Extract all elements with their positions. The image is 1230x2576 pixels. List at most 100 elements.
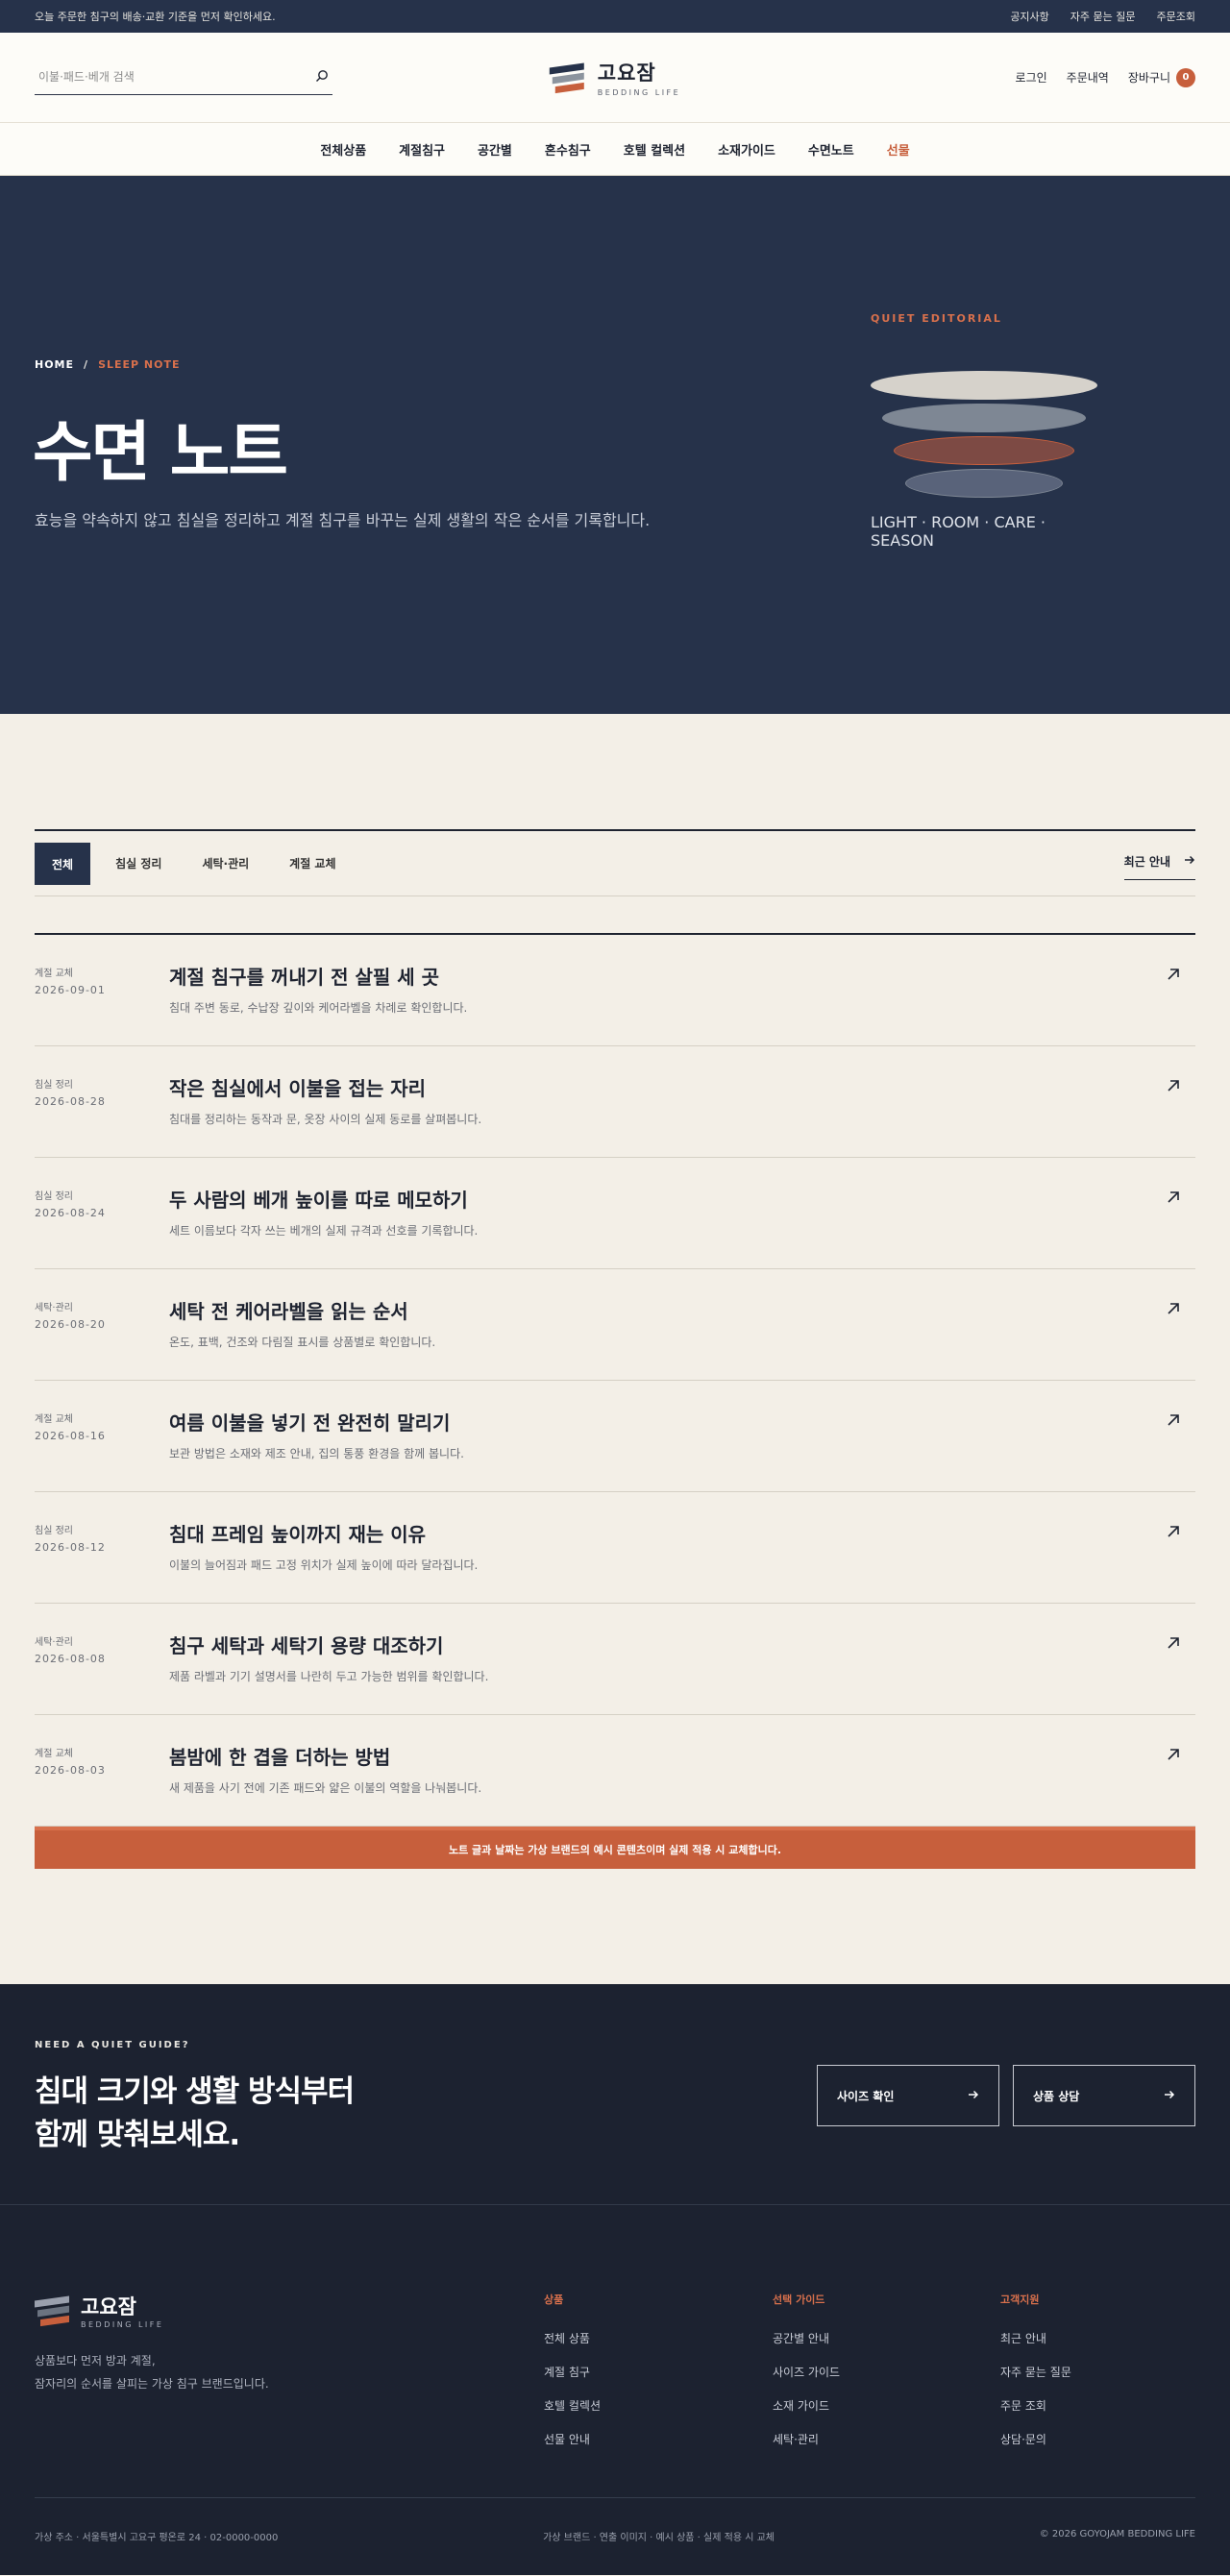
tab-laundry-care[interactable]: 세탁·관리 [186,843,264,885]
nav-item-seasonal[interactable]: 계절침구 [399,140,445,159]
post-row[interactable]: 침실 정리 2026-08-28 작은 침실에서 이불을 접는 자리 침대를 정리하는… [35,1046,1195,1158]
cart-link[interactable]: 장바구니 0 [1128,67,1195,87]
post-body: 여름 이불을 넣기 전 완전히 말리기 보관 방법은 소재와 제조 안내, 집의 … [169,1381,464,1491]
search-input[interactable] [38,70,279,84]
footer-link-seasonal[interactable]: 계절 침구 [544,2364,601,2380]
footer-link-gift-guide[interactable]: 선물 안내 [544,2431,601,2447]
tab-seasonal-change[interactable]: 계절 교체 [274,843,351,885]
post-date: 2026-08-20 [35,1318,106,1331]
footer-link-order-lookup[interactable]: 주문 조회 [1000,2397,1071,2414]
nav-item-wedding[interactable]: 혼수침구 [545,140,591,159]
post-title[interactable]: 침구 세탁과 세탁기 용량 대조하기 [169,1631,488,1658]
cart-count-badge: 0 [1176,67,1195,87]
login-link[interactable]: 로그인 [1016,69,1047,86]
tab-all[interactable]: 전체 [35,843,91,885]
footer-column-guides: 선택 가이드 공간별 안내 사이즈 가이드 소재 가이드 세탁·관리 [773,2292,840,2465]
footer-description: 상품보다 먼저 방과 계절, 잠자리의 순서를 살피는 가상 침구 브랜드입니다… [35,2349,269,2395]
post-row[interactable]: 계절 교체 2026-08-16 여름 이불을 넣기 전 완전히 말리기 보관 방법은… [35,1381,1195,1492]
arrow-up-right-icon[interactable] [1165,1189,1182,1206]
footer-brand-logo[interactable]: 고요잠 BEDDING LIFE [35,2292,163,2329]
recent-notice-label: 최근 안내 [1123,854,1170,869]
footer-link-material-guide[interactable]: 소재 가이드 [773,2397,840,2414]
search-icon[interactable] [315,68,329,86]
orders-link[interactable]: 주문내역 [1067,69,1109,86]
footer-column-products: 상품 전체 상품 계절 침구 호텔 컬렉션 선물 안내 [544,2292,601,2465]
footer-link-hotel-collection[interactable]: 호텔 컬렉션 [544,2397,601,2414]
top-link-notice[interactable]: 공지사항 [1010,9,1048,24]
post-summary: 세트 이름보다 각자 쓰는 베개의 실제 규격과 선호를 기록합니다. [169,1224,479,1238]
arrow-up-right-icon[interactable] [1165,1411,1182,1429]
tab-bedroom-organizing[interactable]: 침실 정리 [100,843,177,885]
arrow-up-right-icon[interactable] [1165,1634,1182,1652]
main-nav: 전체상품 계절침구 공간별 혼수침구 호텔 컬렉션 소재가이드 수면노트 선물 [0,123,1230,176]
cta-title: 침대 크기와 생활 방식부터 함께 맞춰보세요. [35,2071,355,2157]
nav-item-all-products[interactable]: 전체상품 [320,140,366,159]
footer-column-heading: 선택 가이드 [773,2294,825,2306]
post-row[interactable]: 세탁·관리 2026-08-08 침구 세탁과 세탁기 용량 대조하기 제품 라벨과 … [35,1604,1195,1715]
nav-item-gift[interactable]: 선물 [887,140,910,159]
editorial-label: QUIET EDITORIAL [871,312,1002,325]
size-check-button[interactable]: 사이즈 확인 [817,2065,999,2126]
category-tabs: 전체 침실 정리 세탁·관리 계절 교체 [35,831,352,895]
breadcrumb: HOME / SLEEP NOTE [35,358,181,371]
post-row[interactable]: 침실 정리 2026-08-24 두 사람의 베개 높이를 따로 메모하기세트 이름… [35,1158,1195,1269]
filter-bar: 전체 침실 정리 세탁·관리 계절 교체 최근 안내 [35,829,1195,896]
post-category: 침실 정리 [35,1080,73,1091]
arrow-up-right-icon[interactable] [1165,966,1182,983]
post-row[interactable]: 세탁·관리 2026-08-20 세탁 전 케어라벨을 읽는 순서 온도, 표백, 건… [35,1269,1195,1381]
post-meta: 계절 교체 2026-08-03 [35,1715,169,1826]
cta-kicker: NEED A QUIET GUIDE? [35,2040,190,2050]
post-title[interactable]: 침대 프레임 높이까지 재는 이유 [169,1519,478,1547]
footer-link-contact[interactable]: 상담·문의 [1000,2431,1071,2447]
page-description: 효능을 약속하지 않고 침실을 정리하고 계절 침구를 바꾸는 실제 생활의 작… [35,511,651,529]
logo-mark-icon [35,2294,71,2326]
editorial-panel: QUIET EDITORIAL LIGHT · ROOM · CARE · SE… [871,312,1101,550]
post-row[interactable]: 계절 교체 2026-08-03 봄밤에 한 겹을 더하는 방법 새 제품을 사기 전… [35,1715,1195,1827]
top-link-order-lookup[interactable]: 주문조회 [1157,9,1195,24]
footer-description-line-2: 잠자리의 순서를 살피는 가상 침구 브랜드입니다. [35,2377,269,2391]
post-meta: 세탁·관리 2026-08-20 [35,1269,169,1380]
footer-column-support: 고객지원 최근 안내 자주 묻는 질문 주문 조회 상담·문의 [1000,2292,1071,2465]
recent-notice-link[interactable]: 최근 안내 [1123,847,1195,880]
post-title[interactable]: 작은 침실에서 이불을 접는 자리 [169,1073,481,1101]
footer-link-laundry-care[interactable]: 세탁·관리 [773,2431,840,2447]
arrow-right-icon [1164,2089,1175,2102]
hero-section: HOME / SLEEP NOTE 수면 노트 효능을 약속하지 않고 침실을 정리… [0,176,1230,714]
post-row[interactable]: 침실 정리 2026-08-12 침대 프레임 높이까지 재는 이유 이불의 늘어짐과… [35,1492,1195,1604]
top-link-faq[interactable]: 자주 묻는 질문 [1070,9,1136,24]
arrow-up-right-icon[interactable] [1165,1746,1182,1763]
post-date: 2026-08-08 [35,1653,106,1665]
post-body: 침대 프레임 높이까지 재는 이유이불의 늘어짐과 패드 고정 위치가 실제 높… [169,1492,478,1603]
breadcrumb-home[interactable]: HOME [35,358,74,371]
nav-item-hotel-collection[interactable]: 호텔 컬렉션 [624,140,685,159]
footer-link-by-space[interactable]: 공간별 안내 [773,2330,840,2346]
search-box [35,61,332,95]
footer-link-size-guide[interactable]: 사이즈 가이드 [773,2364,840,2380]
footer-disclaimer: 가상 브랜드 · 연출 이미지 · 예시 상품 · 실제 적용 시 교체 [543,2533,775,2543]
logo-mark-icon [549,61,586,93]
arrow-up-right-icon[interactable] [1165,1300,1182,1317]
post-title[interactable]: 두 사람의 베개 높이를 따로 메모하기 [169,1185,478,1213]
post-category: 계절 교체 [35,969,73,979]
post-title[interactable]: 봄밤에 한 겹을 더하는 방법 [169,1742,481,1770]
post-summary: 이불의 늘어짐과 패드 고정 위치가 실제 높이에 따라 달라집니다. [169,1558,479,1572]
post-title[interactable]: 계절 침구를 꺼내기 전 살필 세 곳 [169,962,467,990]
arrow-up-right-icon[interactable] [1165,1523,1182,1540]
post-meta: 침실 정리 2026-08-24 [35,1158,169,1268]
post-title[interactable]: 여름 이불을 넣기 전 완전히 말리기 [169,1408,464,1435]
post-summary: 제품 라벨과 기기 설명서를 나란히 두고 가능한 범위를 확인합니다. [169,1670,489,1683]
nav-item-material-guide[interactable]: 소재가이드 [718,140,775,159]
footer-link-all-products[interactable]: 전체 상품 [544,2330,601,2346]
post-title[interactable]: 세탁 전 케어라벨을 읽는 순서 [169,1296,435,1324]
nav-item-sleep-note[interactable]: 수면노트 [808,140,854,159]
nav-item-by-space[interactable]: 공간별 [478,140,512,159]
footer-brand-name: 고요잠 [81,2295,136,2318]
arrow-up-right-icon[interactable] [1165,1077,1182,1094]
brand-logo[interactable]: 고요잠 BEDDING LIFE [549,58,680,97]
footer-link-faq[interactable]: 자주 묻는 질문 [1000,2364,1071,2380]
footer-link-recent-notice[interactable]: 최근 안내 [1000,2330,1071,2346]
post-list: 계절 교체 2026-09-01 계절 침구를 꺼내기 전 살필 세 곳 침대 주변 … [35,933,1195,1827]
post-category: 침실 정리 [35,1191,73,1202]
post-row[interactable]: 계절 교체 2026-09-01 계절 침구를 꺼내기 전 살필 세 곳 침대 주변 … [35,935,1195,1046]
product-consult-button[interactable]: 상품 상담 [1013,2065,1195,2126]
